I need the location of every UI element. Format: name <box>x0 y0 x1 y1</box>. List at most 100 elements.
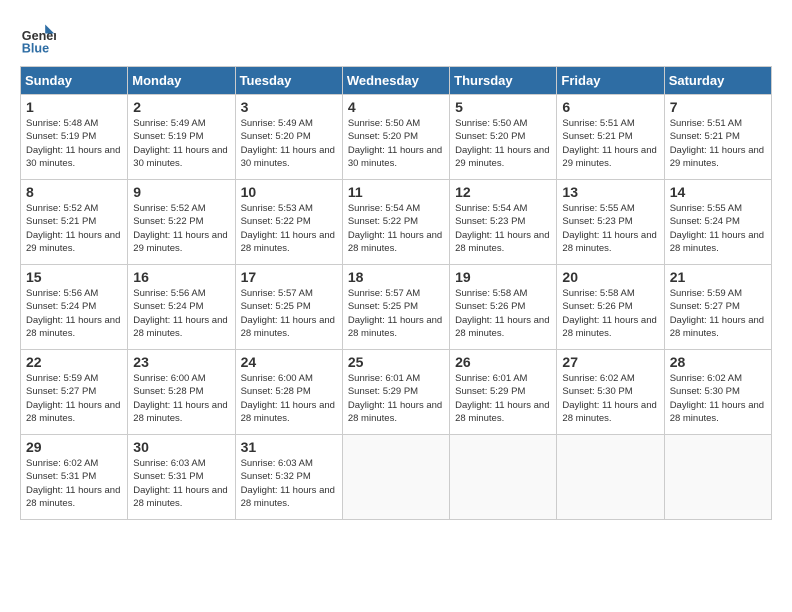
calendar-week-4: 22 Sunrise: 5:59 AM Sunset: 5:27 PM Dayl… <box>21 350 772 435</box>
cell-info: Sunrise: 6:00 AM Sunset: 5:28 PM Dayligh… <box>133 372 229 425</box>
day-number: 29 <box>26 439 122 455</box>
cell-info: Sunrise: 5:52 AM Sunset: 5:21 PM Dayligh… <box>26 202 122 255</box>
calendar-cell: 3 Sunrise: 5:49 AM Sunset: 5:20 PM Dayli… <box>235 95 342 180</box>
calendar-cell: 14 Sunrise: 5:55 AM Sunset: 5:24 PM Dayl… <box>664 180 771 265</box>
calendar-cell: 17 Sunrise: 5:57 AM Sunset: 5:25 PM Dayl… <box>235 265 342 350</box>
calendar-cell: 4 Sunrise: 5:50 AM Sunset: 5:20 PM Dayli… <box>342 95 449 180</box>
calendar-cell: 11 Sunrise: 5:54 AM Sunset: 5:22 PM Dayl… <box>342 180 449 265</box>
calendar-cell: 7 Sunrise: 5:51 AM Sunset: 5:21 PM Dayli… <box>664 95 771 180</box>
day-number: 17 <box>241 269 337 285</box>
cell-info: Sunrise: 5:49 AM Sunset: 5:20 PM Dayligh… <box>241 117 337 170</box>
calendar-cell: 30 Sunrise: 6:03 AM Sunset: 5:31 PM Dayl… <box>128 435 235 520</box>
page-header: General Blue <box>20 20 772 56</box>
calendar-cell: 9 Sunrise: 5:52 AM Sunset: 5:22 PM Dayli… <box>128 180 235 265</box>
calendar-cell: 13 Sunrise: 5:55 AM Sunset: 5:23 PM Dayl… <box>557 180 664 265</box>
cell-info: Sunrise: 5:49 AM Sunset: 5:19 PM Dayligh… <box>133 117 229 170</box>
cell-info: Sunrise: 5:57 AM Sunset: 5:25 PM Dayligh… <box>348 287 444 340</box>
cell-info: Sunrise: 6:02 AM Sunset: 5:30 PM Dayligh… <box>670 372 766 425</box>
cell-info: Sunrise: 6:03 AM Sunset: 5:32 PM Dayligh… <box>241 457 337 510</box>
calendar-cell: 20 Sunrise: 5:58 AM Sunset: 5:26 PM Dayl… <box>557 265 664 350</box>
calendar-cell: 15 Sunrise: 5:56 AM Sunset: 5:24 PM Dayl… <box>21 265 128 350</box>
calendar-cell: 8 Sunrise: 5:52 AM Sunset: 5:21 PM Dayli… <box>21 180 128 265</box>
day-number: 8 <box>26 184 122 200</box>
cell-info: Sunrise: 5:58 AM Sunset: 5:26 PM Dayligh… <box>455 287 551 340</box>
calendar-cell: 24 Sunrise: 6:00 AM Sunset: 5:28 PM Dayl… <box>235 350 342 435</box>
day-number: 3 <box>241 99 337 115</box>
day-number: 26 <box>455 354 551 370</box>
calendar-cell: 29 Sunrise: 6:02 AM Sunset: 5:31 PM Dayl… <box>21 435 128 520</box>
day-number: 28 <box>670 354 766 370</box>
day-number: 7 <box>670 99 766 115</box>
calendar-cell: 2 Sunrise: 5:49 AM Sunset: 5:19 PM Dayli… <box>128 95 235 180</box>
column-header-friday: Friday <box>557 67 664 95</box>
cell-info: Sunrise: 5:56 AM Sunset: 5:24 PM Dayligh… <box>133 287 229 340</box>
calendar-cell: 27 Sunrise: 6:02 AM Sunset: 5:30 PM Dayl… <box>557 350 664 435</box>
cell-info: Sunrise: 5:59 AM Sunset: 5:27 PM Dayligh… <box>670 287 766 340</box>
cell-info: Sunrise: 6:00 AM Sunset: 5:28 PM Dayligh… <box>241 372 337 425</box>
calendar-week-2: 8 Sunrise: 5:52 AM Sunset: 5:21 PM Dayli… <box>21 180 772 265</box>
cell-info: Sunrise: 5:51 AM Sunset: 5:21 PM Dayligh… <box>670 117 766 170</box>
cell-info: Sunrise: 5:50 AM Sunset: 5:20 PM Dayligh… <box>455 117 551 170</box>
cell-info: Sunrise: 6:02 AM Sunset: 5:30 PM Dayligh… <box>562 372 658 425</box>
day-number: 12 <box>455 184 551 200</box>
day-number: 30 <box>133 439 229 455</box>
calendar-cell <box>342 435 449 520</box>
day-number: 24 <box>241 354 337 370</box>
cell-info: Sunrise: 6:01 AM Sunset: 5:29 PM Dayligh… <box>348 372 444 425</box>
cell-info: Sunrise: 5:53 AM Sunset: 5:22 PM Dayligh… <box>241 202 337 255</box>
cell-info: Sunrise: 5:54 AM Sunset: 5:23 PM Dayligh… <box>455 202 551 255</box>
day-number: 16 <box>133 269 229 285</box>
logo: General Blue <box>20 20 56 56</box>
cell-info: Sunrise: 6:02 AM Sunset: 5:31 PM Dayligh… <box>26 457 122 510</box>
day-number: 31 <box>241 439 337 455</box>
cell-info: Sunrise: 5:51 AM Sunset: 5:21 PM Dayligh… <box>562 117 658 170</box>
calendar-cell: 12 Sunrise: 5:54 AM Sunset: 5:23 PM Dayl… <box>450 180 557 265</box>
calendar-cell <box>450 435 557 520</box>
calendar-cell <box>664 435 771 520</box>
day-number: 1 <box>26 99 122 115</box>
day-number: 18 <box>348 269 444 285</box>
calendar-cell: 21 Sunrise: 5:59 AM Sunset: 5:27 PM Dayl… <box>664 265 771 350</box>
column-header-wednesday: Wednesday <box>342 67 449 95</box>
day-number: 27 <box>562 354 658 370</box>
day-number: 20 <box>562 269 658 285</box>
day-number: 6 <box>562 99 658 115</box>
svg-text:Blue: Blue <box>22 41 49 55</box>
day-number: 19 <box>455 269 551 285</box>
day-number: 25 <box>348 354 444 370</box>
cell-info: Sunrise: 5:50 AM Sunset: 5:20 PM Dayligh… <box>348 117 444 170</box>
calendar-cell <box>557 435 664 520</box>
calendar-week-1: 1 Sunrise: 5:48 AM Sunset: 5:19 PM Dayli… <box>21 95 772 180</box>
calendar-table: SundayMondayTuesdayWednesdayThursdayFrid… <box>20 66 772 520</box>
calendar-cell: 25 Sunrise: 6:01 AM Sunset: 5:29 PM Dayl… <box>342 350 449 435</box>
calendar-cell: 31 Sunrise: 6:03 AM Sunset: 5:32 PM Dayl… <box>235 435 342 520</box>
cell-info: Sunrise: 5:58 AM Sunset: 5:26 PM Dayligh… <box>562 287 658 340</box>
calendar-cell: 6 Sunrise: 5:51 AM Sunset: 5:21 PM Dayli… <box>557 95 664 180</box>
cell-info: Sunrise: 5:55 AM Sunset: 5:24 PM Dayligh… <box>670 202 766 255</box>
cell-info: Sunrise: 5:56 AM Sunset: 5:24 PM Dayligh… <box>26 287 122 340</box>
day-number: 21 <box>670 269 766 285</box>
cell-info: Sunrise: 5:52 AM Sunset: 5:22 PM Dayligh… <box>133 202 229 255</box>
cell-info: Sunrise: 5:54 AM Sunset: 5:22 PM Dayligh… <box>348 202 444 255</box>
cell-info: Sunrise: 5:57 AM Sunset: 5:25 PM Dayligh… <box>241 287 337 340</box>
logo-icon: General Blue <box>20 20 56 56</box>
day-number: 13 <box>562 184 658 200</box>
day-number: 4 <box>348 99 444 115</box>
calendar-header-row: SundayMondayTuesdayWednesdayThursdayFrid… <box>21 67 772 95</box>
calendar-week-3: 15 Sunrise: 5:56 AM Sunset: 5:24 PM Dayl… <box>21 265 772 350</box>
day-number: 2 <box>133 99 229 115</box>
cell-info: Sunrise: 5:48 AM Sunset: 5:19 PM Dayligh… <box>26 117 122 170</box>
calendar-cell: 22 Sunrise: 5:59 AM Sunset: 5:27 PM Dayl… <box>21 350 128 435</box>
calendar-cell: 26 Sunrise: 6:01 AM Sunset: 5:29 PM Dayl… <box>450 350 557 435</box>
day-number: 22 <box>26 354 122 370</box>
calendar-cell: 10 Sunrise: 5:53 AM Sunset: 5:22 PM Dayl… <box>235 180 342 265</box>
calendar-cell: 1 Sunrise: 5:48 AM Sunset: 5:19 PM Dayli… <box>21 95 128 180</box>
cell-info: Sunrise: 6:03 AM Sunset: 5:31 PM Dayligh… <box>133 457 229 510</box>
day-number: 14 <box>670 184 766 200</box>
cell-info: Sunrise: 6:01 AM Sunset: 5:29 PM Dayligh… <box>455 372 551 425</box>
day-number: 11 <box>348 184 444 200</box>
column-header-sunday: Sunday <box>21 67 128 95</box>
column-header-tuesday: Tuesday <box>235 67 342 95</box>
column-header-thursday: Thursday <box>450 67 557 95</box>
cell-info: Sunrise: 5:59 AM Sunset: 5:27 PM Dayligh… <box>26 372 122 425</box>
